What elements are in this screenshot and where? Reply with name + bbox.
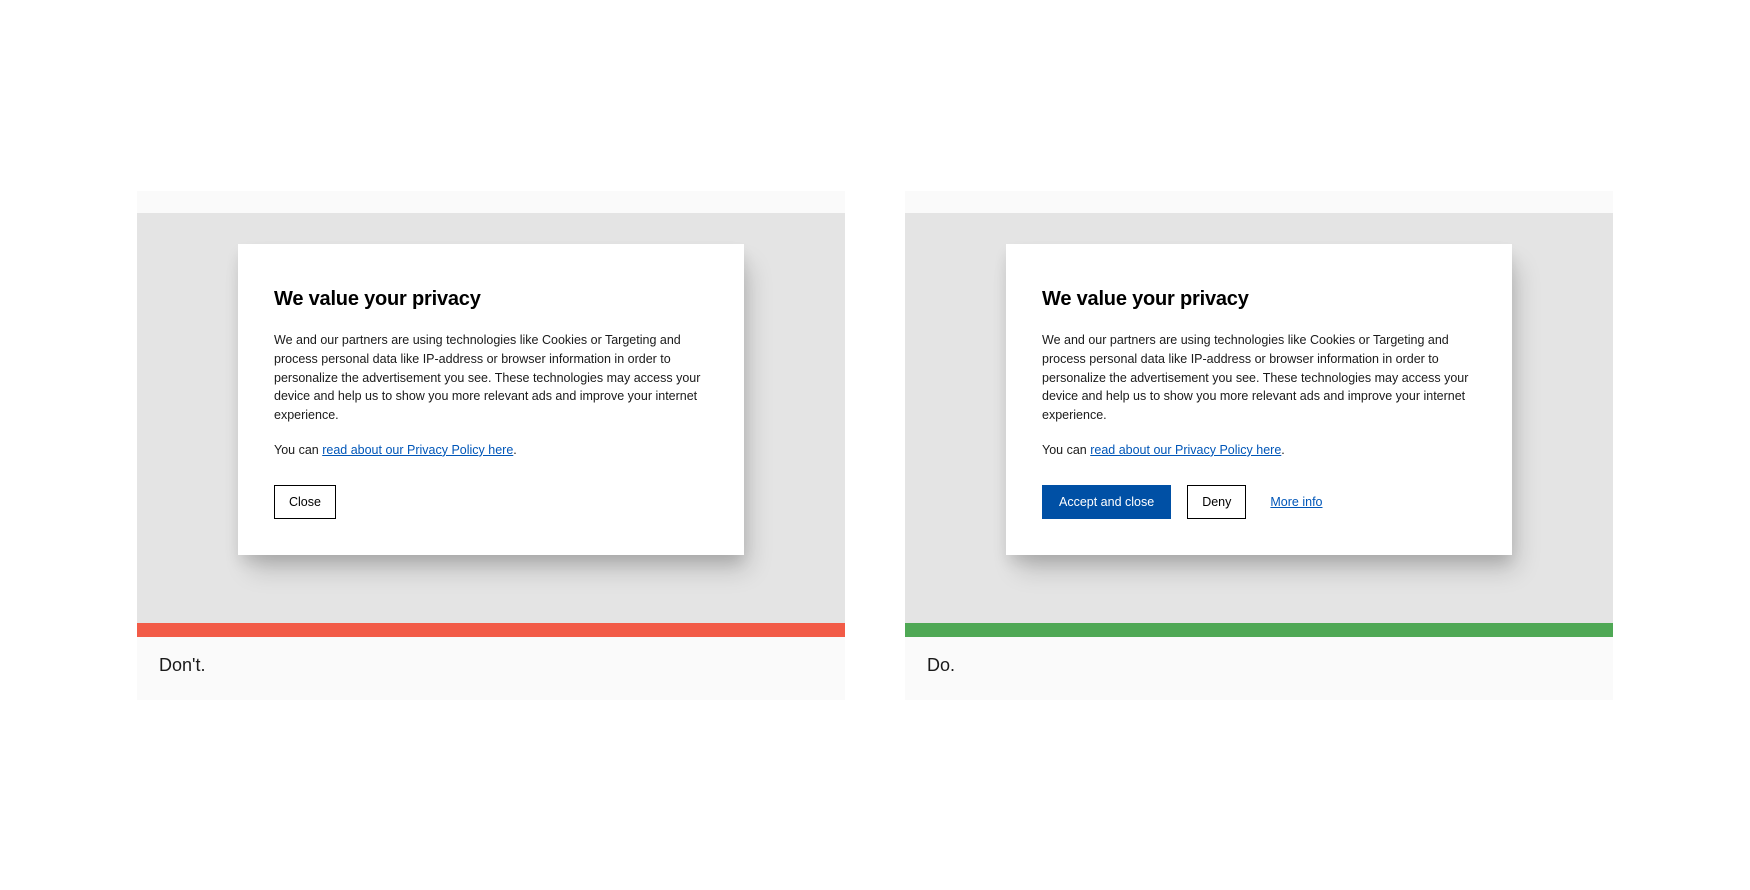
modal-body-text: We and our partners are using technologi… — [274, 331, 708, 425]
status-bar-dont — [137, 623, 845, 637]
status-bar-do — [905, 623, 1613, 637]
privacy-policy-link[interactable]: read about our Privacy Policy here — [322, 443, 513, 457]
dont-example: We value your privacy We and our partner… — [137, 191, 845, 700]
policy-suffix: . — [513, 443, 516, 457]
close-button[interactable]: Close — [274, 485, 336, 519]
policy-prefix: You can — [1042, 443, 1090, 457]
button-row: Accept and close Deny More info — [1042, 485, 1476, 519]
do-stage: We value your privacy We and our partner… — [905, 213, 1613, 623]
do-caption: Do. — [905, 637, 1613, 700]
modal-policy-line: You can read about our Privacy Policy he… — [1042, 443, 1476, 457]
dont-privacy-modal: We value your privacy We and our partner… — [238, 244, 744, 555]
deny-button[interactable]: Deny — [1187, 485, 1246, 519]
dont-caption: Don't. — [137, 637, 845, 700]
modal-body-text: We and our partners are using technologi… — [1042, 331, 1476, 425]
dont-stage: We value your privacy We and our partner… — [137, 213, 845, 623]
more-info-link[interactable]: More info — [1270, 495, 1322, 509]
accept-and-close-button[interactable]: Accept and close — [1042, 485, 1171, 519]
policy-prefix: You can — [274, 443, 322, 457]
modal-title: We value your privacy — [274, 288, 708, 311]
do-example: We value your privacy We and our partner… — [905, 191, 1613, 700]
modal-policy-line: You can read about our Privacy Policy he… — [274, 443, 708, 457]
do-privacy-modal: We value your privacy We and our partner… — [1006, 244, 1512, 555]
button-row: Close — [274, 485, 708, 519]
policy-suffix: . — [1281, 443, 1284, 457]
modal-title: We value your privacy — [1042, 288, 1476, 311]
privacy-policy-link[interactable]: read about our Privacy Policy here — [1090, 443, 1281, 457]
